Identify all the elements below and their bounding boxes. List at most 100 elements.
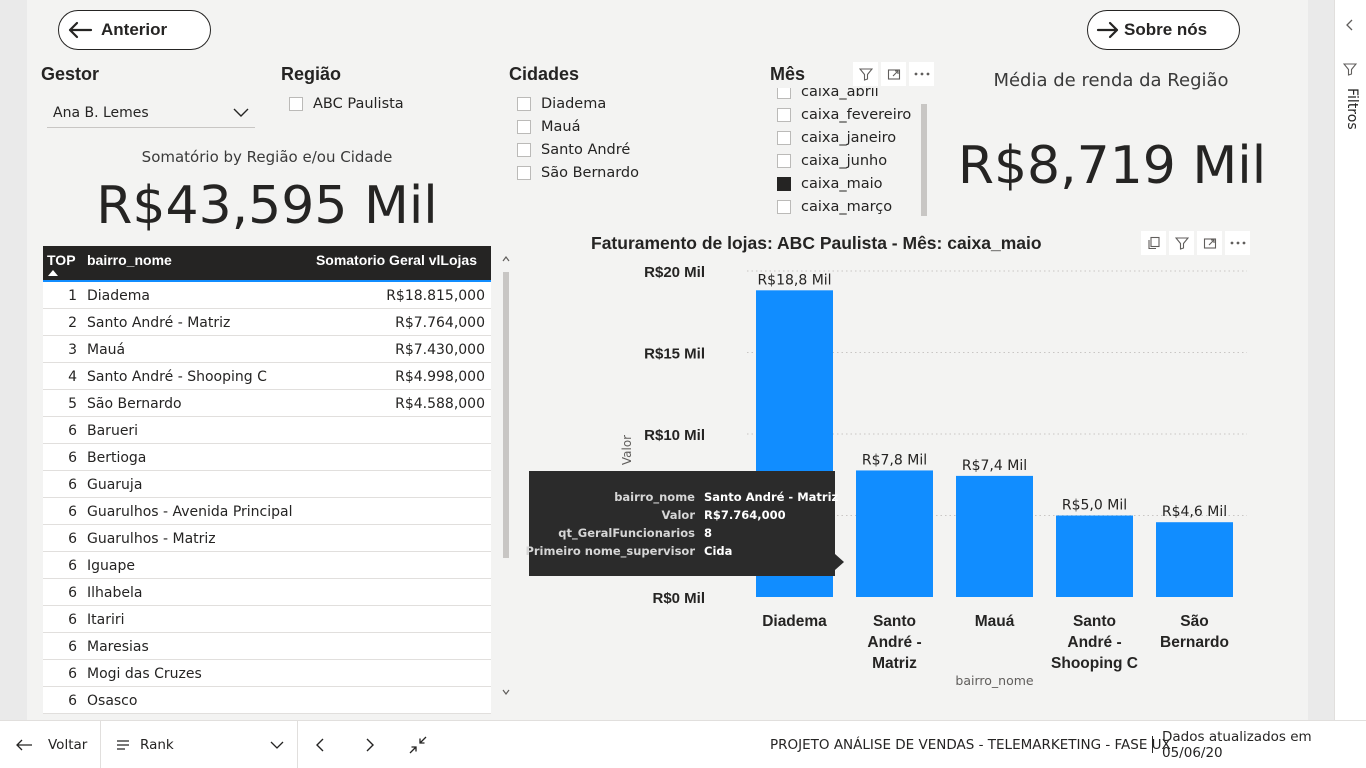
header-nome[interactable]: bairro_nome [87, 252, 172, 268]
cell-top: 6 [68, 585, 77, 601]
bar[interactable] [1056, 515, 1133, 597]
cidades-option-label: São Bernardo [541, 165, 640, 181]
bar[interactable] [1156, 522, 1233, 597]
mes-option[interactable]: caixa_março [777, 197, 892, 217]
mes-visual-header [853, 62, 937, 86]
checkbox[interactable] [517, 166, 531, 180]
mes-option[interactable]: caixa_maio [777, 174, 883, 194]
cidades-title: Cidades [509, 64, 580, 84]
filter-icon[interactable] [853, 62, 878, 86]
mes-option[interactable]: caixa_fevereiro [777, 105, 911, 125]
checkbox[interactable] [777, 88, 791, 99]
x-tick-label: Santo [1073, 613, 1116, 630]
table-row[interactable]: 6 Bertioga [43, 444, 491, 471]
back-page-button[interactable]: Voltar [14, 721, 87, 768]
header-top[interactable]: TOP [47, 252, 76, 268]
tooltip-key: bairro_nome [614, 490, 695, 504]
table-row[interactable]: 6 Iguape [43, 552, 491, 579]
table-row[interactable]: 6 Ilhabela [43, 579, 491, 606]
gestor-dropdown[interactable]: Ana B. Lemes [47, 98, 255, 128]
more-options-icon[interactable] [1225, 231, 1250, 255]
cidades-option-label: Diadema [541, 96, 607, 112]
arrow-left-icon [68, 21, 93, 39]
cell-nome: Guaruja [87, 477, 143, 493]
checkbox[interactable] [777, 154, 791, 168]
chevron-left-icon[interactable] [1345, 18, 1355, 32]
collapse-icon [409, 736, 427, 754]
checkbox[interactable] [777, 200, 791, 214]
table-row[interactable]: 2 Santo André - Matriz R$7.764,000 [43, 309, 491, 336]
data-label: R$18,8 Mil [757, 272, 831, 288]
x-tick-label: Diadema [762, 613, 827, 630]
next-page-button[interactable] [364, 721, 376, 768]
table-row[interactable]: 6 Guarulhos - Avenida Principal [43, 498, 491, 525]
tooltip-key: qt_GeralFuncionarios [558, 526, 695, 540]
fit-to-page-button[interactable] [408, 721, 428, 768]
chevron-up-icon[interactable] [501, 255, 511, 263]
table-row[interactable]: 6 Mogi das Cruzes [43, 660, 491, 687]
previous-page-button[interactable] [314, 721, 326, 768]
checkbox[interactable] [777, 131, 791, 145]
mes-option[interactable]: caixa_junho [777, 151, 887, 171]
header-valor[interactable]: Somatorio Geral vlLojas [316, 252, 477, 268]
focus-mode-icon[interactable] [1197, 231, 1222, 255]
back-button[interactable]: Anterior [58, 10, 211, 50]
cell-valor: R$7.430,000 [395, 342, 485, 358]
data-label: R$4,6 Mil [1162, 504, 1227, 520]
bar[interactable] [856, 470, 933, 597]
chevron-down-icon [233, 108, 249, 117]
mes-scrollbar[interactable] [921, 104, 927, 216]
checkbox[interactable] [777, 108, 791, 122]
table-row[interactable]: 4 Santo André - Shooping C R$4.998,000 [43, 363, 491, 390]
y-tick-label: R$10 Mil [644, 427, 705, 444]
table-row[interactable]: 5 São Bernardo R$4.588,000 [43, 390, 491, 417]
table-row[interactable]: 1 Diadema R$18.815,000 [43, 282, 491, 309]
tooltip-row: qt_GeralFuncionarios 8 [529, 526, 835, 544]
mes-option[interactable]: caixa_abril [777, 88, 879, 102]
tooltip-value: Santo André - Matriz [704, 490, 839, 504]
media-card-value: R$8,719 Mil [957, 136, 1267, 196]
cidades-option[interactable]: São Bernardo [517, 163, 639, 183]
table-row[interactable]: 3 Mauá R$7.430,000 [43, 336, 491, 363]
checkbox[interactable] [289, 97, 303, 111]
y-tick-label: R$0 Mil [652, 590, 705, 607]
regiao-option[interactable]: ABC Paulista [289, 94, 404, 114]
checkbox[interactable] [777, 177, 791, 191]
table-row[interactable]: 6 Guaruja [43, 471, 491, 498]
tooltip-value: 8 [704, 526, 713, 540]
cell-top: 6 [68, 504, 77, 520]
table-row[interactable]: 6 Maresias [43, 633, 491, 660]
cell-top: 6 [68, 612, 77, 628]
cidades-option[interactable]: Diadema [517, 94, 606, 114]
x-tick-label: André - [1067, 634, 1121, 651]
focus-mode-icon[interactable] [881, 62, 906, 86]
chevron-down-icon[interactable] [501, 688, 511, 696]
tooltip-value: R$7.764,000 [704, 508, 786, 522]
mes-list-viewport[interactable]: caixa_abril caixa_fevereiro caixa_janeiroc… [771, 88, 931, 218]
filter-icon[interactable] [1169, 231, 1194, 255]
copy-icon[interactable] [1141, 231, 1166, 255]
about-button[interactable]: Sobre nós [1087, 10, 1240, 50]
cell-top: 4 [68, 369, 77, 385]
table-row[interactable]: 6 Barueri [43, 417, 491, 444]
chevron-left-icon [316, 738, 324, 752]
cidades-option[interactable]: Santo André [517, 140, 630, 160]
table-scroll-thumb[interactable] [503, 272, 509, 558]
checkbox[interactable] [517, 143, 531, 157]
menu-icon [117, 740, 129, 750]
tooltip-key: Valor [661, 508, 695, 522]
mes-option[interactable]: caixa_janeiro [777, 128, 896, 148]
cell-nome: Mauá [87, 342, 126, 358]
chart-title: Faturamento de lojas: ABC Paulista - Mês… [591, 233, 1042, 253]
cell-nome: Santo André - Shooping C [87, 369, 267, 385]
table-row[interactable]: 6 Guarulhos - Matriz [43, 525, 491, 552]
table-row[interactable]: 6 Itariri [43, 606, 491, 633]
more-options-icon[interactable] [909, 62, 934, 86]
page-dropdown[interactable]: Rank [116, 721, 284, 768]
filters-label[interactable]: Filtros [1340, 88, 1360, 148]
bar[interactable] [956, 475, 1033, 597]
checkbox[interactable] [517, 120, 531, 134]
checkbox[interactable] [517, 97, 531, 111]
table-row[interactable]: 6 Osasco [43, 687, 491, 714]
cidades-option[interactable]: Mauá [517, 117, 580, 137]
